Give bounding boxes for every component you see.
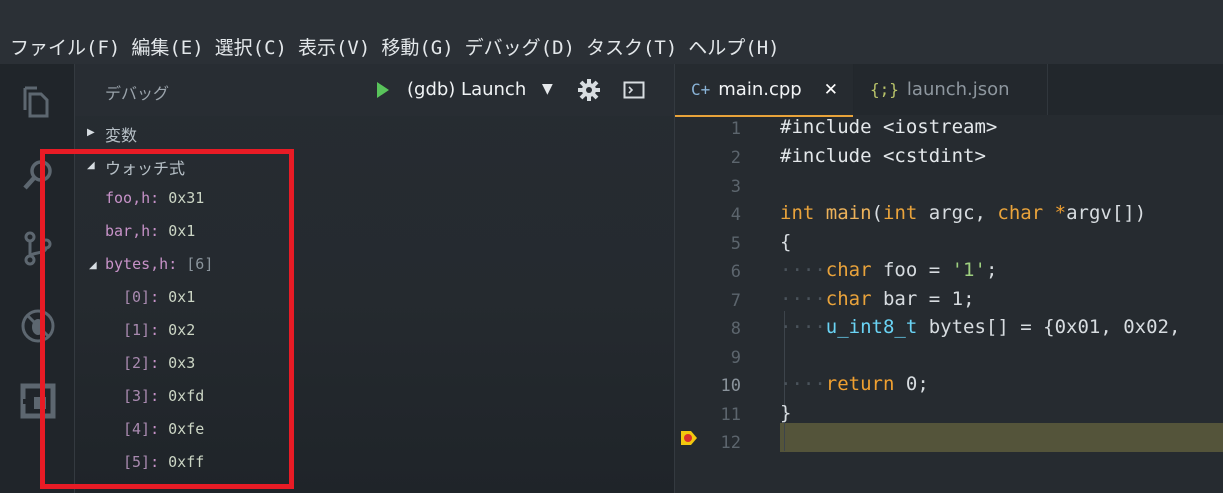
debug-title: デバッグ <box>105 84 170 103</box>
json-file-icon: {;} <box>870 80 899 99</box>
close-icon[interactable]: ✕ <box>824 80 838 100</box>
line-number-current: 10 <box>720 376 741 396</box>
line-number: 5 <box>730 234 741 254</box>
watch-value: [6] <box>186 255 214 273</box>
code-line: { <box>780 231 792 253</box>
array-element[interactable]: [2]: 0x3 <box>123 354 195 372</box>
watch-value: 0x1 <box>168 222 196 240</box>
tab-main-cpp[interactable]: C+ main.cpp ✕ <box>675 64 853 117</box>
line-number: 7 <box>730 291 741 311</box>
cpp-file-icon: C+ <box>691 80 711 99</box>
code-line: ····char foo = '1'; <box>780 259 998 281</box>
menu-file[interactable]: ファイル(F) <box>10 33 120 60</box>
watch-section[interactable]: ウォッチ式 <box>105 155 185 179</box>
source-control-icon[interactable] <box>20 230 56 266</box>
array-element[interactable]: [3]: 0xfd <box>123 387 204 405</box>
tab-label: launch.json <box>906 79 1010 100</box>
menu-debug[interactable]: デバッグ(D) <box>465 33 575 60</box>
code-line: #include <cstdint> <box>780 145 986 167</box>
start-debugging-icon[interactable] <box>375 80 391 100</box>
title-bar <box>0 0 1223 28</box>
code-editor[interactable]: 1 2 3 4 5 6 7 8 9 10 11 12 #include <ios… <box>675 115 1223 493</box>
launch-config-select[interactable]: (gdb) Launch <box>407 79 526 100</box>
watch-name: bytes,h <box>105 255 169 273</box>
tab-launch-json[interactable]: {;} launch.json <box>854 64 1048 115</box>
variables-section[interactable]: 変数 <box>105 122 137 146</box>
line-number: 8 <box>730 319 741 339</box>
code-line: #include <iostream> <box>780 116 998 138</box>
chevron-right-icon[interactable]: ▶ <box>87 127 95 138</box>
code-line: ····u_int8_t bytes[] = {0x01, 0x02, <box>780 316 1181 338</box>
line-number: 6 <box>730 262 741 282</box>
code-line: ····char bar = 1; <box>780 288 975 310</box>
watch-item-bytes[interactable]: bytes,h: [6] <box>105 255 213 273</box>
watch-name: bar,h <box>105 222 151 240</box>
editor-area: C+ main.cpp ✕ {;} launch.json 1 2 3 4 5 … <box>675 64 1223 493</box>
editor-tabs: C+ main.cpp ✕ {;} launch.json <box>675 64 1223 117</box>
menu-go[interactable]: 移動(G) <box>381 33 453 60</box>
code-line: int main(int argc, char *argv[]) <box>780 202 1147 224</box>
line-number: 2 <box>730 148 741 168</box>
chevron-down-icon[interactable]: ◢ <box>87 160 95 171</box>
watch-item[interactable]: bar,h: 0x1 <box>105 222 195 240</box>
array-element[interactable]: [5]: 0xff <box>123 453 204 471</box>
line-number: 3 <box>730 177 741 197</box>
code-line: } <box>780 402 792 424</box>
menu-tasks[interactable]: タスク(T) <box>586 33 677 60</box>
line-number: 1 <box>730 119 741 139</box>
menu-help[interactable]: ヘルプ(H) <box>688 33 779 60</box>
line-number: 9 <box>730 348 741 368</box>
array-element[interactable]: [4]: 0xfe <box>123 420 204 438</box>
extensions-icon[interactable] <box>20 383 56 419</box>
chevron-down-icon[interactable]: ◢ <box>89 260 97 271</box>
debug-toolbar: デバッグ (gdb) Launch ▼ <box>75 64 674 116</box>
line-number: 4 <box>730 205 741 225</box>
watch-name: foo,h <box>105 189 151 207</box>
line-number: 12 <box>720 433 741 453</box>
menu-bar: ファイル(F) 編集(E) 選択(C) 表示(V) 移動(G) デバッグ(D) … <box>0 28 1223 64</box>
line-number: 11 <box>720 405 741 425</box>
menu-view[interactable]: 表示(V) <box>298 33 370 60</box>
watch-item[interactable]: foo,h: 0x31 <box>105 189 204 207</box>
search-icon[interactable] <box>20 157 56 193</box>
menu-edit[interactable]: 編集(E) <box>131 33 203 60</box>
debug-sidebar: デバッグ (gdb) Launch ▼ ▶ 変数 ◢ ウォッチ式 foo,h: … <box>75 64 675 493</box>
activity-bar <box>0 64 75 493</box>
menu-selection[interactable]: 選択(C) <box>215 33 287 60</box>
array-element[interactable]: [1]: 0x2 <box>123 321 195 339</box>
watch-value: 0x31 <box>168 189 205 207</box>
gear-icon[interactable] <box>577 78 601 102</box>
files-icon[interactable] <box>20 84 56 120</box>
array-element[interactable]: [0]: 0x1 <box>123 288 195 306</box>
current-line-highlight <box>780 423 1223 452</box>
tab-label: main.cpp <box>718 79 802 100</box>
debug-console-icon[interactable] <box>623 80 645 100</box>
code-line: ····return 0; <box>780 373 929 395</box>
debug-icon[interactable] <box>20 308 56 344</box>
chevron-down-icon[interactable]: ▼ <box>542 81 553 97</box>
